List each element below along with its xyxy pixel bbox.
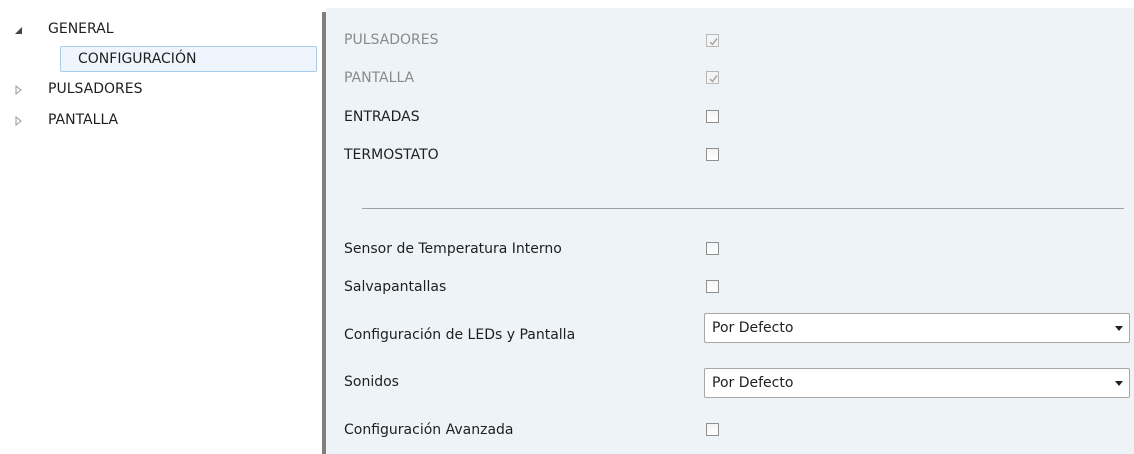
dropdown-arrow-icon <box>1115 381 1123 386</box>
tree-item-general[interactable]: GENERAL <box>48 21 114 37</box>
sounds-dropdown[interactable]: Por Defecto <box>704 368 1130 398</box>
module-pantalla-label: PANTALLA <box>344 70 415 86</box>
expanded-triangle-icon[interactable] <box>12 24 24 36</box>
tree-item-configuracion-label[interactable]: CONFIGURACIÓN <box>78 51 196 67</box>
sounds-label: Sonidos <box>344 374 399 390</box>
internal-temp-sensor-label: Sensor de Temperatura Interno <box>344 241 562 257</box>
module-termostato-label: TERMOSTATO <box>344 147 439 163</box>
module-pulsadores-checkbox[interactable] <box>706 34 719 47</box>
section-divider <box>362 208 1124 209</box>
leds-config-label: Configuración de LEDs y Pantalla <box>344 327 576 343</box>
module-pantalla-checkbox[interactable] <box>706 71 719 84</box>
sounds-value: Por Defecto <box>712 375 794 391</box>
collapsed-triangle-icon[interactable] <box>12 84 24 96</box>
screensaver-label: Salvapantallas <box>344 279 447 295</box>
module-entradas-label: ENTRADAS <box>344 109 420 125</box>
screensaver-checkbox[interactable] <box>706 280 719 293</box>
collapsed-triangle-icon[interactable] <box>12 115 24 127</box>
module-pulsadores-label: PULSADORES <box>344 32 439 48</box>
leds-config-dropdown[interactable]: Por Defecto <box>704 313 1130 343</box>
leds-config-value: Por Defecto <box>712 320 794 336</box>
advanced-config-label: Configuración Avanzada <box>344 422 514 438</box>
tree-item-pantalla[interactable]: PANTALLA <box>48 112 118 128</box>
navigation-tree: GENERAL CONFIGURACIÓN PULSADORES PANTALL… <box>0 0 322 454</box>
dropdown-arrow-icon <box>1115 326 1123 331</box>
module-termostato-checkbox[interactable] <box>706 148 719 161</box>
tree-item-pulsadores[interactable]: PULSADORES <box>48 81 142 97</box>
configuration-panel: PULSADORES PANTALLA ENTRADAS TERMOSTATO … <box>326 8 1134 454</box>
advanced-config-checkbox[interactable] <box>706 423 719 436</box>
internal-temp-sensor-checkbox[interactable] <box>706 242 719 255</box>
module-entradas-checkbox[interactable] <box>706 110 719 123</box>
